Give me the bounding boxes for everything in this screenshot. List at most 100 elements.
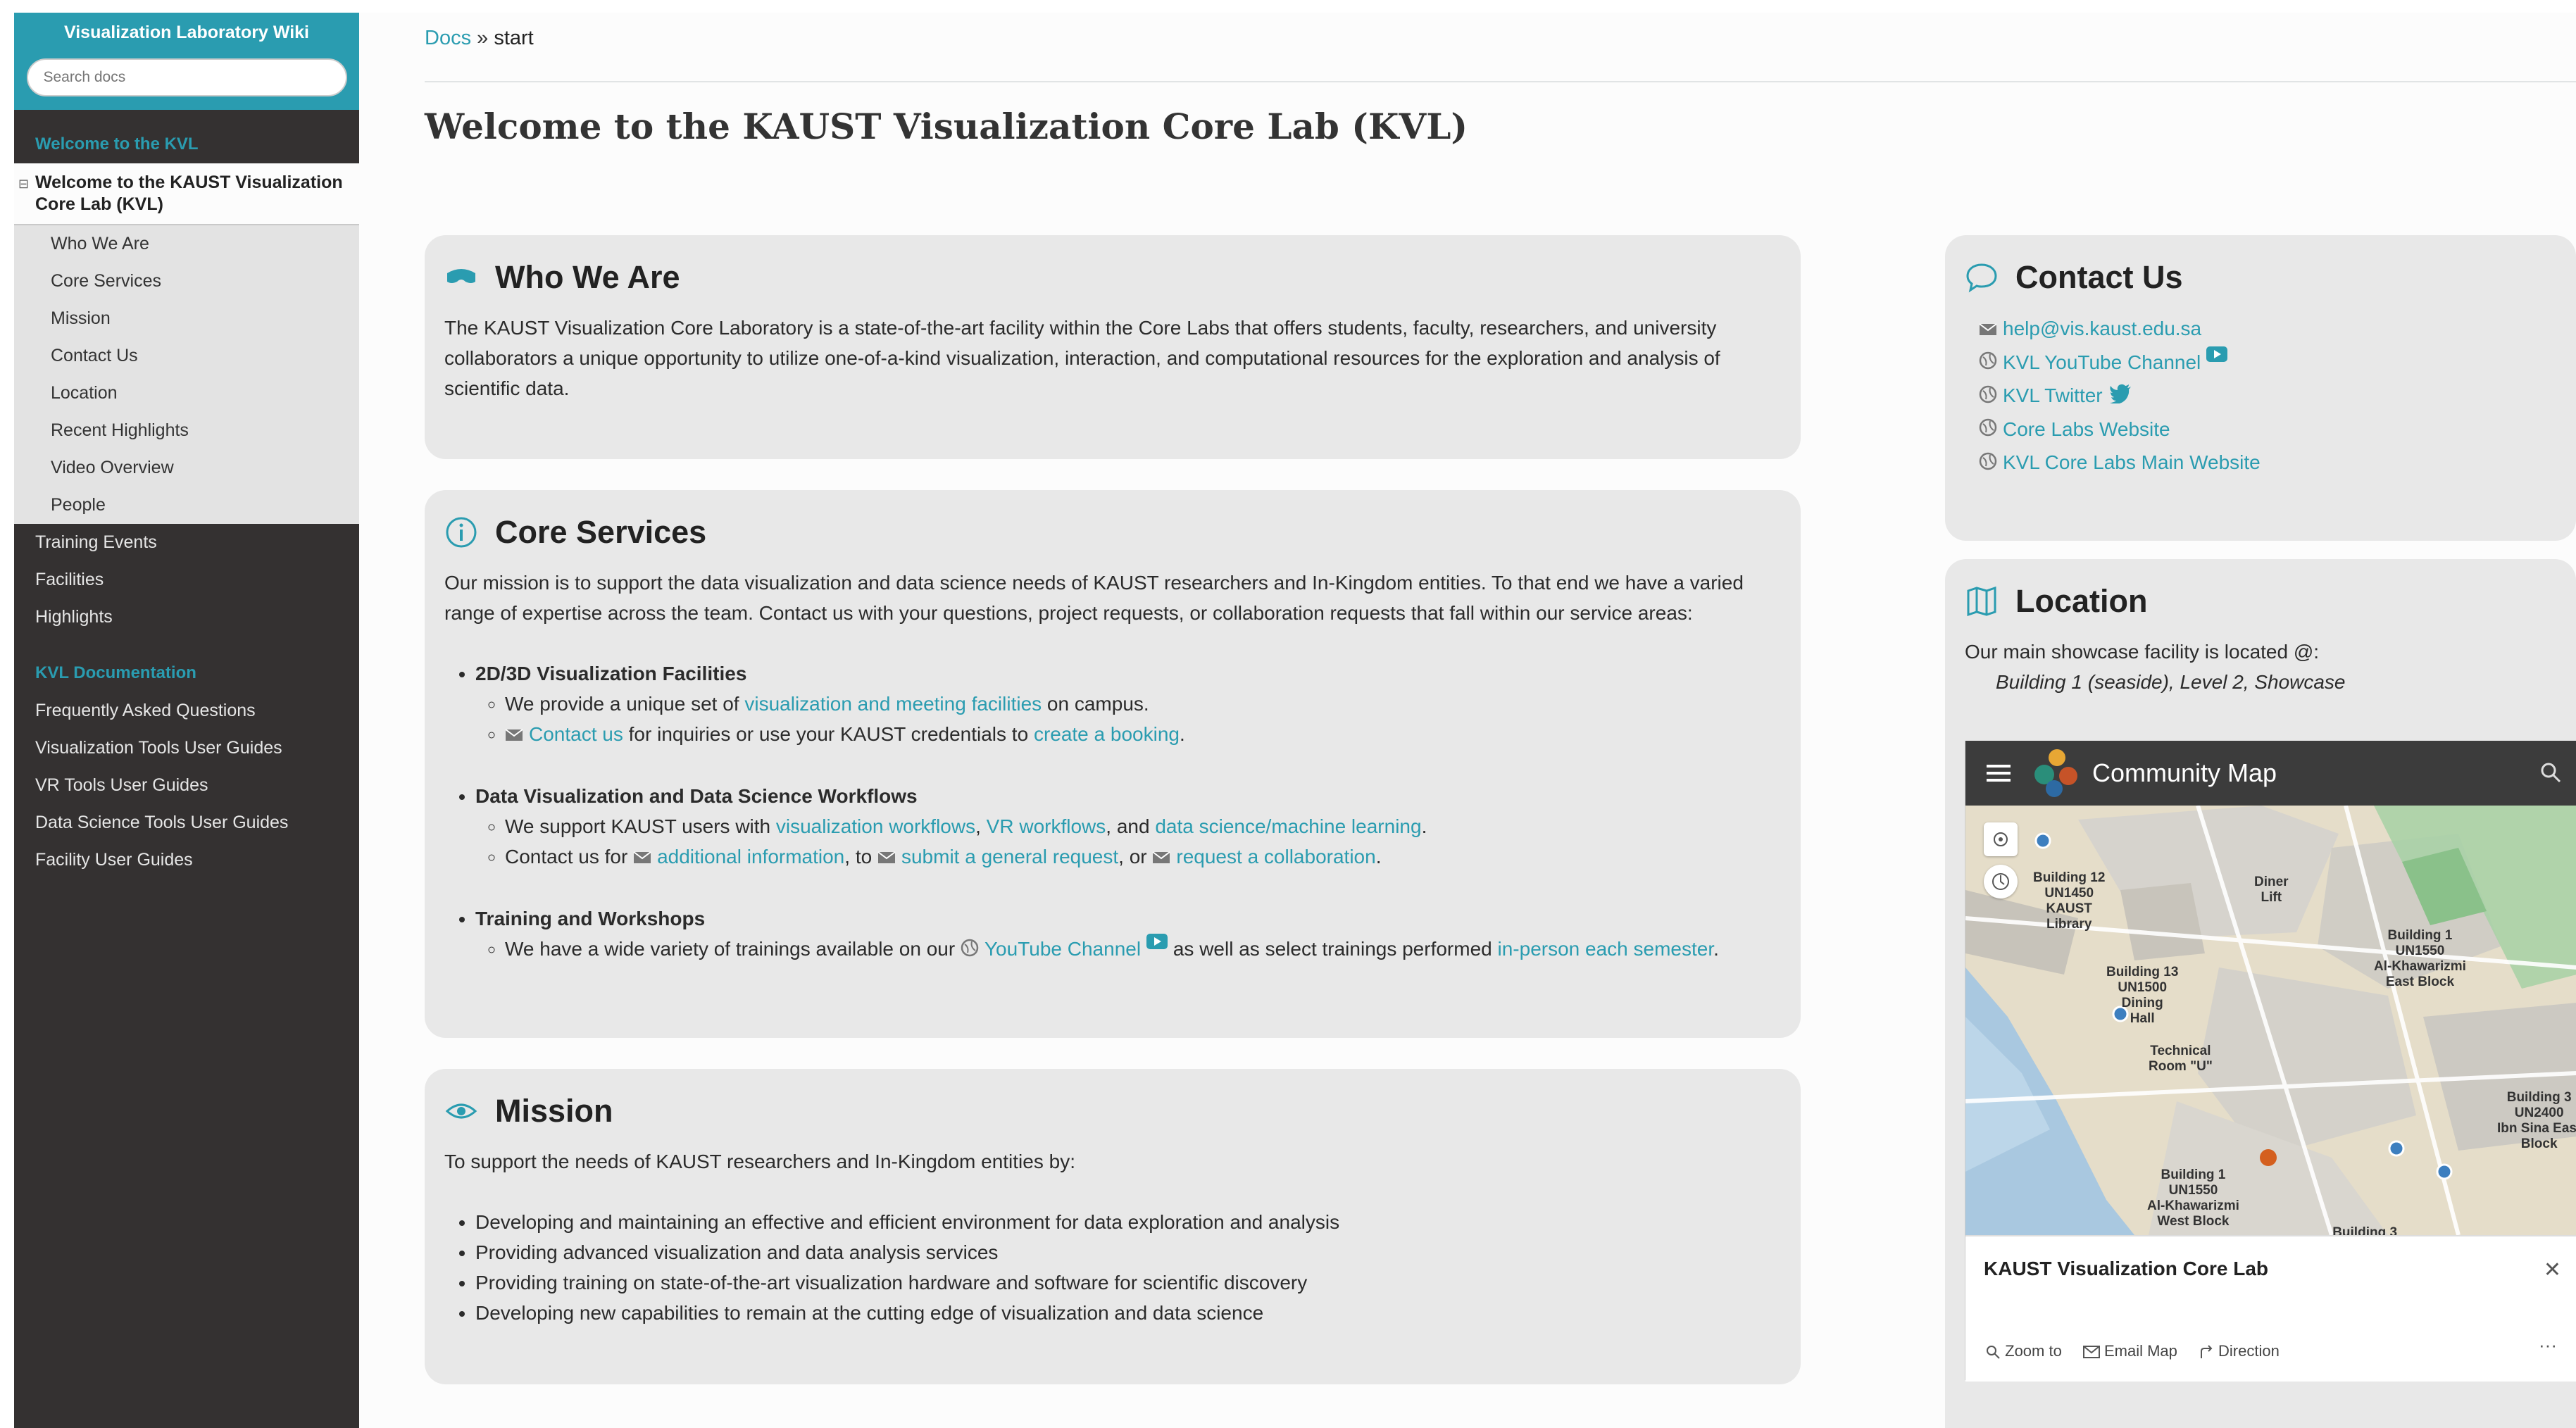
text: .	[1713, 938, 1719, 960]
sidebar-caption-welcome: Welcome to the KVL	[35, 134, 199, 154]
sidebar-subitem-mission[interactable]: Mission	[14, 300, 359, 337]
section-title: Location	[2015, 583, 2148, 619]
vr-workflows-link[interactable]: VR workflows	[987, 815, 1106, 837]
globe-icon	[1979, 347, 1997, 380]
more-options-icon[interactable]: ···	[2539, 1334, 2557, 1356]
zoom-to-label: Zoom to	[2005, 1342, 2062, 1360]
section-title: Mission	[495, 1093, 613, 1129]
list-item: 2D/3D Visualization Facilities We provid…	[475, 658, 1781, 751]
globe-icon	[1979, 448, 1997, 480]
email-link[interactable]: help@vis.kaust.edu.sa	[2003, 318, 2201, 339]
email-map-button[interactable]: Email Map	[2082, 1342, 2177, 1360]
envelope-icon	[505, 720, 523, 751]
in-person-link[interactable]: in-person each semester	[1498, 938, 1714, 960]
popup-actions: Zoom to Email Map Direction	[1985, 1342, 2280, 1360]
sidebar-subitem-contact-us[interactable]: Contact Us	[14, 337, 359, 375]
sidebar-item-facility-guides[interactable]: Facility User Guides	[14, 841, 359, 879]
text: .	[1375, 846, 1382, 868]
direction-button[interactable]: Direction	[2199, 1342, 2280, 1360]
text: Contact us for	[505, 846, 634, 868]
sidebar-subitem-who-we-are[interactable]: Who We Are	[14, 225, 359, 263]
contact-us-link[interactable]: Contact us	[529, 723, 623, 745]
breadcrumb-current: start	[494, 27, 534, 49]
list-item: Providing training on state-of-the-art v…	[475, 1267, 1781, 1298]
breadcrumb-docs-link[interactable]: Docs	[425, 27, 471, 49]
section-title: Who We Are	[495, 259, 680, 295]
vis-workflows-link[interactable]: visualization workflows	[776, 815, 975, 837]
sidebar-subitem-core-services[interactable]: Core Services	[14, 263, 359, 300]
sidebar-item-facilities[interactable]: Facilities	[14, 561, 359, 599]
hamburger-menu-icon[interactable]	[1987, 763, 2011, 783]
sidebar-item-training-events[interactable]: Training Events	[14, 524, 359, 561]
vr-headset-icon	[444, 261, 478, 294]
list-item: Training and Workshops We have a wide va…	[475, 903, 1781, 965]
zoom-to-button[interactable]: Zoom to	[1985, 1342, 2062, 1360]
compass-button[interactable]	[1984, 865, 2018, 898]
search-input[interactable]	[26, 58, 347, 96]
map-icon	[1965, 584, 1999, 618]
mission-list: Developing and maintaining an effective …	[444, 1207, 1781, 1328]
envelope-icon	[2082, 1346, 2100, 1359]
list-item: Data Visualization and Data Science Work…	[475, 781, 1781, 873]
map-label: Technical Room "U"	[2149, 1044, 2213, 1074]
sidebar: Visualization Laboratory Wiki Welcome to…	[14, 13, 359, 1428]
text: We have a wide variety of trainings avai…	[505, 938, 961, 960]
core-labs-main-link[interactable]: KVL Core Labs Main Website	[2003, 451, 2261, 473]
map-label: Building 3 UN2400 Ibn Sina East Block	[2497, 1090, 2576, 1151]
envelope-icon	[877, 843, 896, 873]
sidebar-item-welcome[interactable]: ⊟ Welcome to the KAUST Visualization Cor…	[14, 163, 359, 225]
collapse-toggle-icon[interactable]: ⊟	[18, 173, 29, 195]
list-item: KVL Core Labs Main Website	[1979, 446, 2556, 480]
sidebar-item-vis-tools[interactable]: Visualization Tools User Guides	[14, 729, 359, 767]
general-request-link[interactable]: submit a general request	[901, 846, 1118, 868]
sidebar-subitem-location[interactable]: Location	[14, 375, 359, 412]
eye-icon	[444, 1094, 478, 1128]
sidebar-current-section: ⊟ Welcome to the KAUST Visualization Cor…	[14, 163, 359, 524]
text: as well as select trainings performed	[1168, 938, 1498, 960]
contact-heading: Contact Us	[1965, 256, 2556, 299]
text: .	[1421, 815, 1427, 838]
text: We support KAUST users with	[505, 815, 776, 838]
sidebar-item-vr-tools[interactable]: VR Tools User Guides	[14, 767, 359, 804]
text: .	[1179, 723, 1185, 745]
create-booking-link[interactable]: create a booking	[1034, 723, 1180, 745]
facilities-link[interactable]: visualization and meeting facilities	[744, 693, 1042, 715]
text: ,	[975, 815, 987, 838]
community-map[interactable]: Community Map Building 12 UN1450 KAUST L…	[1965, 741, 2576, 1382]
youtube-icon	[1146, 934, 1168, 950]
email-map-label: Email Map	[2103, 1342, 2177, 1360]
list-item: KVL YouTube Channel	[1979, 346, 2556, 380]
map-canvas[interactable]: Building 12 UN1450 KAUST Library Diner L…	[1965, 806, 2576, 1235]
sidebar-item-highlights[interactable]: Highlights	[14, 599, 359, 636]
map-search-icon[interactable]	[2540, 762, 2561, 783]
close-icon[interactable]: ✕	[2544, 1258, 2561, 1282]
sidebar-subitem-people[interactable]: People	[14, 487, 359, 524]
collaboration-link[interactable]: request a collaboration	[1176, 846, 1375, 868]
sidebar-caption-docs: KVL Documentation	[35, 663, 196, 682]
who-we-are-card: Who We Are The KAUST Visualization Core …	[425, 235, 1801, 459]
list-item: Developing new capabilities to remain at…	[475, 1298, 1781, 1328]
list-item: We have a wide variety of trainings avai…	[505, 934, 1781, 965]
youtube-channel-link[interactable]: YouTube Channel	[984, 938, 1141, 960]
list-item: Core Labs Website	[1979, 413, 2556, 447]
sidebar-subitem-recent-highlights[interactable]: Recent Highlights	[14, 412, 359, 449]
contact-list: help@vis.kaust.edu.sa KVL YouTube Channe…	[1965, 313, 2556, 480]
sidebar-item-ds-tools[interactable]: Data Science Tools User Guides	[14, 804, 359, 841]
sidebar-header: Visualization Laboratory Wiki	[14, 13, 359, 110]
core-labs-link[interactable]: Core Labs Website	[2003, 418, 2170, 440]
map-label: Building 12 UN1450 KAUST Library	[2033, 870, 2106, 932]
data-science-link[interactable]: data science/machine learning	[1155, 815, 1421, 837]
contact-card: Contact Us help@vis.kaust.edu.sa KVL You…	[1945, 235, 2576, 541]
sidebar-item-faq[interactable]: Frequently Asked Questions	[14, 692, 359, 729]
sidebar-subitem-video-overview[interactable]: Video Overview	[14, 449, 359, 487]
twitter-link[interactable]: KVL Twitter	[2003, 384, 2103, 406]
divider	[425, 81, 2576, 82]
globe-icon	[1979, 414, 1997, 446]
youtube-link[interactable]: KVL YouTube Channel	[2003, 351, 2201, 373]
envelope-icon	[1152, 843, 1170, 873]
page-title: Welcome to the KAUST Visualization Core …	[425, 106, 1468, 147]
additional-info-link[interactable]: additional information	[657, 846, 844, 868]
site-title[interactable]: Visualization Laboratory Wiki	[14, 23, 359, 43]
locate-button[interactable]	[1984, 822, 2018, 856]
list-item: We provide a unique set of visualization…	[505, 689, 1781, 719]
